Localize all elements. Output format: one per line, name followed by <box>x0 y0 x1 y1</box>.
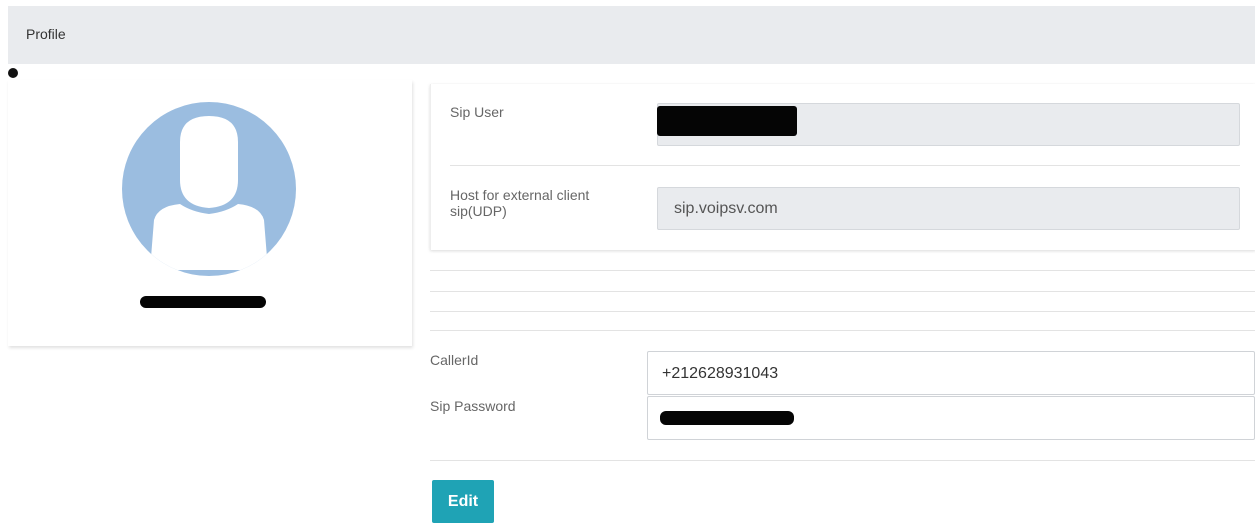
sip-password-label: Sip Password <box>430 398 516 414</box>
profile-card <box>8 80 412 346</box>
host-field: sip.voipsv.com <box>657 187 1240 230</box>
callerid-input[interactable]: +212628931043 <box>647 351 1255 395</box>
callerid-value: +212628931043 <box>662 365 779 382</box>
form-separator <box>430 460 1255 461</box>
divider-1 <box>430 270 1255 271</box>
host-value: sip.voipsv.com <box>674 200 778 217</box>
page-title: Profile <box>26 26 66 42</box>
sip-password-input[interactable] <box>647 396 1255 440</box>
sip-user-label: Sip User <box>450 104 504 120</box>
username-redacted <box>140 296 266 308</box>
callerid-label: CallerId <box>430 352 479 368</box>
sip-separator <box>450 165 1240 166</box>
divider-4 <box>430 330 1255 331</box>
bullet-dot <box>8 68 18 78</box>
edit-button[interactable]: Edit <box>432 480 494 523</box>
divider-3 <box>430 311 1255 312</box>
divider-2 <box>430 291 1255 292</box>
host-label: Host for external client sip(UDP) <box>450 187 590 219</box>
page-header: Profile <box>8 6 1255 64</box>
sip-password-redacted <box>660 411 794 425</box>
sip-info-card: Sip User Host for external client sip(UD… <box>430 84 1255 250</box>
sip-user-field <box>657 103 1240 146</box>
user-avatar-icon <box>122 102 296 276</box>
sip-user-redacted <box>657 106 797 136</box>
